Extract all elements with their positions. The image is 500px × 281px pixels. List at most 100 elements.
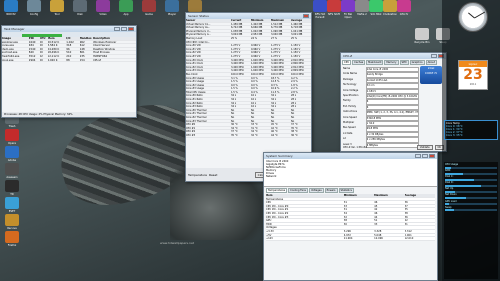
minimize-button[interactable] bbox=[431, 54, 437, 58]
dialog-button[interactable]: Validate bbox=[416, 145, 433, 150]
table-cell: 3,400 MHz bbox=[271, 69, 284, 72]
table-cell: 00 bbox=[39, 58, 43, 62]
reset-label[interactable]: Reset bbox=[209, 173, 217, 177]
column-header[interactable]: Handles bbox=[80, 37, 93, 40]
desktop-icon[interactable]: ESET bbox=[1, 197, 23, 213]
table-row[interactable]: CPU #3 35 °C 32 °C 44 °C 36 °C bbox=[186, 134, 311, 138]
tree-item[interactable]: Network bbox=[266, 175, 435, 178]
maximize-button[interactable] bbox=[422, 154, 428, 158]
app-icon bbox=[5, 129, 19, 141]
table-cell: 24,280 K bbox=[47, 47, 60, 51]
tab[interactable]: Caches bbox=[352, 60, 366, 65]
app-icon bbox=[5, 180, 19, 192]
table-cell: 28 x bbox=[291, 98, 297, 101]
column-header[interactable]: Average bbox=[405, 194, 435, 197]
desktop-icon[interactable]: NFS Shift bbox=[327, 0, 341, 19]
desktop-icon[interactable]: App bbox=[115, 0, 137, 16]
tab[interactable]: Statistics bbox=[338, 188, 354, 193]
table-cell: Core #1 Thermal bbox=[186, 112, 207, 116]
column-header[interactable]: I/O bbox=[66, 37, 79, 40]
desktop-icon[interactable]: FC Bal Open bbox=[341, 0, 355, 19]
table-cell: 1,600 MHz bbox=[251, 65, 264, 69]
column-header[interactable]: CPU bbox=[40, 37, 48, 40]
tab[interactable]: Voltages bbox=[308, 188, 324, 193]
desktop-icon[interactable]: NFS Hot Pursuit bbox=[313, 0, 327, 19]
desktop-icon[interactable]: Opera bbox=[1, 129, 23, 145]
app-icon bbox=[188, 0, 202, 12]
table-cell: 44 °C bbox=[271, 134, 278, 137]
desktop-icon[interactable]: Tool bbox=[46, 0, 68, 16]
desktop-icon[interactable]: Sim Mbk bbox=[369, 0, 383, 19]
desktop-icon[interactable]: TR bbox=[1, 180, 23, 196]
minimize-button[interactable] bbox=[114, 27, 120, 31]
tab[interactable]: Graphics bbox=[409, 60, 425, 65]
table-cell: No bbox=[251, 108, 255, 112]
column-header[interactable]: Minimum bbox=[344, 194, 374, 197]
desktop-icon[interactable]: Recycle Bin bbox=[412, 28, 432, 44]
app-icon bbox=[119, 0, 133, 12]
column-header[interactable]: Item bbox=[266, 194, 344, 197]
hwinfo-tree: Intel Core i5 2400 Gigabyte P67A NVIDIA Ge… bbox=[264, 159, 437, 187]
desktop-icon[interactable]: Config bbox=[23, 0, 45, 16]
table-cell: 1.150 V bbox=[291, 54, 301, 58]
table-cell: 32 bbox=[343, 215, 347, 219]
column-header[interactable]: Description bbox=[93, 37, 136, 40]
table-cell: 3,584 K bbox=[47, 44, 58, 47]
close-button[interactable] bbox=[429, 154, 435, 158]
table-cell: 612 bbox=[79, 44, 85, 47]
desktop-icon[interactable]: Game bbox=[138, 0, 160, 16]
desktop-icon[interactable]: Adobe bbox=[1, 146, 23, 162]
desktop-icon[interactable]: Mafia 2 bbox=[355, 0, 369, 19]
table-row[interactable]: cpuz.exe 2904 00 6,020 K 88 154 CPU-Z bbox=[2, 59, 136, 63]
desktop-icon[interactable]: GTA IV bbox=[397, 0, 411, 19]
column-header[interactable]: Image bbox=[2, 37, 29, 40]
hwinfo-table: Item Minimum Maximum Average Temperatures CPU… bbox=[266, 194, 435, 241]
column-header[interactable]: Current bbox=[231, 19, 251, 22]
tab[interactable]: Mainboard bbox=[366, 60, 384, 65]
desktop-icon[interactable]: Civilization bbox=[383, 0, 397, 19]
close-button[interactable] bbox=[128, 27, 134, 31]
table-cell: Core #3 Thermal bbox=[186, 119, 207, 123]
table-row[interactable]: +12V 11.904 12.096 12.010 bbox=[266, 237, 435, 241]
table-cell: Core #2 Ratio bbox=[186, 101, 203, 105]
table-cell: 1,456 MB bbox=[231, 22, 243, 26]
table-cell: Core #2 Clock bbox=[186, 65, 204, 69]
desktop-icon[interactable]: Player bbox=[161, 0, 183, 16]
column-header[interactable]: Maximum bbox=[271, 19, 291, 22]
desktop-icon[interactable]: Assassin bbox=[1, 163, 23, 179]
close-button[interactable] bbox=[303, 14, 309, 18]
desktop-icon-label: Assassin bbox=[6, 176, 18, 179]
table-cell: 484 bbox=[28, 44, 34, 47]
app-icon bbox=[96, 0, 110, 12]
tab[interactable]: SPD bbox=[399, 60, 409, 65]
table-cell: 34 x bbox=[271, 94, 277, 98]
app-icon bbox=[4, 0, 18, 12]
column-header[interactable]: Mem bbox=[48, 37, 67, 40]
desktop-icon[interactable]: Video bbox=[92, 0, 114, 16]
table-cell: 100.0 MHz bbox=[251, 72, 264, 76]
tab[interactable]: Cooling Fans bbox=[288, 188, 308, 193]
tab[interactable]: CPU bbox=[342, 60, 352, 65]
desktop-icon[interactable]: Firefox bbox=[1, 231, 23, 247]
desktop-icon[interactable]: NOD32 bbox=[0, 0, 22, 16]
column-header[interactable]: Average bbox=[291, 19, 311, 22]
column-header[interactable]: Sensor bbox=[186, 19, 231, 22]
column-header[interactable]: Maximum bbox=[374, 194, 404, 197]
cpuz-footer: CPU-Z Ver. 1.58.x64 Validate OK bbox=[343, 145, 444, 150]
table-cell: +12V bbox=[266, 237, 273, 240]
minimize-button[interactable] bbox=[415, 154, 421, 158]
table-cell: 1.275 V bbox=[231, 51, 241, 54]
table-cell: 510 bbox=[66, 51, 72, 54]
maximize-button[interactable] bbox=[121, 27, 127, 31]
tab[interactable]: Powers bbox=[324, 188, 338, 193]
column-header[interactable]: PID bbox=[29, 37, 40, 40]
tab[interactable]: Temperatures bbox=[266, 188, 288, 193]
column-header[interactable]: Minimum bbox=[251, 19, 271, 22]
tab[interactable]: Memory bbox=[384, 60, 399, 65]
desktop-icon[interactable]: Disk bbox=[69, 0, 91, 16]
table-cell: 1.275 V bbox=[231, 44, 241, 47]
table-cell: 46 °C bbox=[271, 130, 278, 133]
desktop-icon[interactable]: Recuva bbox=[1, 214, 23, 230]
tab[interactable]: About bbox=[425, 60, 438, 65]
table-cell: 00 bbox=[39, 47, 43, 51]
